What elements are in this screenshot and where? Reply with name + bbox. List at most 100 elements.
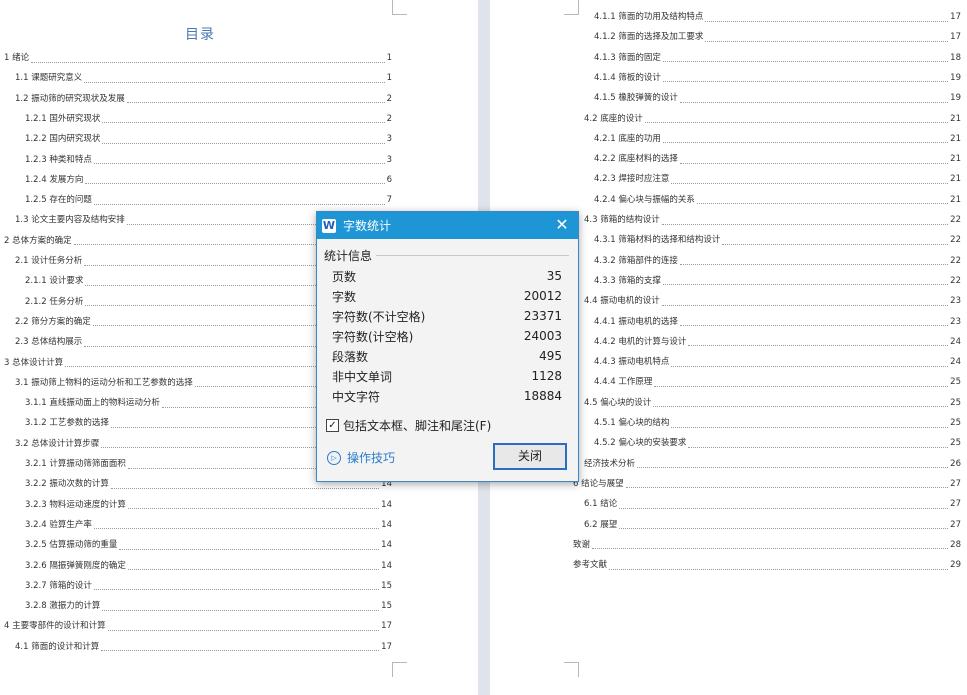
toc-entry[interactable]: 4.4.4 工作原理 25 [594, 375, 961, 389]
close-icon[interactable]: ✕ [552, 215, 572, 235]
toc-entry-page: 28 [950, 539, 961, 550]
toc-entry-page: 24 [950, 336, 961, 347]
toc-entry[interactable]: 1 绪论 1 [4, 51, 392, 65]
dialog-titlebar[interactable]: W 字数统计 ✕ [317, 212, 578, 239]
toc-entry[interactable]: 4.4.3 振动电机特点 24 [594, 355, 961, 369]
toc-entry[interactable]: 4.1.2 筛面的选择及加工要求 17 [594, 30, 961, 44]
toc-entry[interactable]: 4.4.2 电机的计算与设计 24 [594, 335, 961, 349]
toc-entry[interactable]: 经济技术分析 26 [584, 457, 961, 471]
toc-entry[interactable]: 1.2.2 国内研究现状 3 [25, 132, 392, 146]
toc-entry[interactable]: 6.1 结论 27 [584, 497, 961, 511]
toc-entry-page: 7 [386, 195, 392, 206]
wps-writer-icon: W [322, 218, 336, 233]
toc-entry[interactable]: 4 主要零部件的设计和计算 17 [4, 619, 392, 633]
toc-entry-label: 4.5.2 偏心块的安装要求 [594, 438, 687, 449]
toc-entry[interactable]: 4.2.1 底座的功用 21 [594, 132, 961, 146]
toc-entry[interactable]: 4.3.1 筛箱材料的选择和结构设计 22 [594, 233, 961, 247]
stat-label: 中文字符 [332, 389, 381, 404]
toc-leader-dots [679, 256, 949, 266]
stat-row: 字符数(计空格) 24003 [332, 326, 562, 346]
toc-entry-page: 17 [381, 641, 392, 652]
page-corner-mark [392, 0, 407, 15]
word-count-dialog: W 字数统计 ✕ 统计信息 页数 35 字数 20012 字符数(不计空格) 23371 字… [316, 211, 579, 482]
toc-entry-page: 27 [950, 499, 961, 510]
toc-entry[interactable]: 4.3 筛箱的结构设计 22 [584, 213, 961, 227]
toc-entry[interactable]: 4.2.2 底座材料的选择 21 [594, 152, 961, 166]
toc-leader-dots [126, 94, 385, 104]
toc-leader-dots [705, 13, 949, 22]
toc-entry[interactable]: 3.2.7 筛箱的设计 15 [25, 579, 392, 593]
tips-label[interactable]: 操作技巧 [347, 449, 395, 466]
include-textbox-label[interactable]: 包括文本框、脚注和尾注(F) [343, 417, 491, 434]
stat-row: 中文字符 18884 [332, 386, 562, 406]
toc-entry[interactable]: 4.4.1 振动电机的选择 23 [594, 315, 961, 329]
toc-entry[interactable]: 1.2.4 发展方向 6 [25, 173, 392, 187]
toc-entry[interactable]: 3.2.4 验算生产率 14 [25, 518, 392, 532]
toc-entry[interactable]: 1.2.1 国外研究现状 2 [25, 112, 392, 126]
toc-leader-dots [661, 216, 949, 225]
toc-leader-dots [688, 439, 949, 448]
toc-entry-label: 4.3.3 筛箱的支撑 [594, 275, 661, 286]
page-corner-mark [564, 0, 579, 15]
toc-entry[interactable]: 参考文献 29 [573, 558, 961, 572]
toc-leader-dots [93, 155, 385, 164]
toc-entry[interactable]: 4.3.3 筛箱的支撑 22 [594, 274, 961, 288]
stat-label: 段落数 [332, 349, 369, 364]
stat-row: 字数 20012 [332, 286, 562, 306]
toc-entry[interactable]: 4.2.3 焊接时应注意 21 [594, 172, 961, 186]
toc-entry[interactable]: 1.2 振动筛的研究现状及发展 2 [15, 92, 392, 106]
stat-value: 24003 [523, 329, 562, 343]
toc-entry-page: 21 [950, 194, 961, 205]
toc-entry[interactable]: 致谢 28 [573, 538, 961, 552]
toc-leader-dots [662, 53, 949, 63]
toc-entry-label: 3.1.1 直线振动面上的物料运动分析 [25, 398, 160, 409]
toc-entry-label: 4 主要零部件的设计和计算 [4, 621, 106, 632]
toc-entry[interactable]: 1.2.3 种类和特点 3 [25, 153, 392, 167]
toc-entry[interactable]: 4.5 偏心块的设计 25 [584, 396, 961, 410]
toc-entry-label: 3.2.3 物料运动速度的计算 [25, 499, 126, 510]
toc-entry[interactable]: 6 结论与展望 27 [573, 477, 961, 491]
toc-leader-dots [654, 378, 949, 387]
close-button[interactable]: 关闭 [493, 443, 567, 470]
toc-entry-label: 3.2.1 计算振动筛筛面面积 [25, 459, 126, 469]
toc-entry[interactable]: 3.2.3 物料运动速度的计算 14 [25, 498, 392, 512]
toc-entry-page: 17 [950, 12, 961, 22]
toc-entry[interactable]: 4.1.1 筛面的功用及结构特点 17 [594, 10, 961, 24]
stat-label: 字符数(计空格) [332, 329, 414, 344]
toc-entry[interactable]: 4.3.2 筛箱部件的连接 22 [594, 254, 961, 268]
toc-entry[interactable]: 4.5.2 偏心块的安装要求 25 [594, 436, 961, 450]
toc-entry[interactable]: 4.1 筛面的设计和计算 17 [15, 640, 392, 654]
toc-entry[interactable]: 1.2.5 存在的问题 7 [25, 193, 392, 207]
toc-entry[interactable]: 3.2.8 激振力的计算 15 [25, 599, 392, 613]
toc-entry-page: 22 [950, 275, 961, 286]
toc-entry[interactable]: 4.1.3 筛面的固定 18 [594, 51, 961, 65]
toc-entry-page: 23 [950, 296, 961, 307]
stat-label: 字符数(不计空格) [332, 309, 426, 324]
toc-entry[interactable]: 4.5.1 偏心块的结构 25 [594, 416, 961, 430]
toc-leader-dots [93, 196, 385, 205]
toc-entry[interactable]: 4.1.5 橡胶弹簧的设计 19 [594, 91, 961, 105]
toc-entry[interactable]: 4.2.4 偏心块与振幅的关系 21 [594, 193, 961, 207]
tips-link[interactable]: ▷ 操作技巧 [327, 449, 395, 466]
toc-entry[interactable]: 4.4 振动电机的设计 23 [584, 294, 961, 308]
stat-value: 35 [546, 269, 562, 283]
checkmark-icon[interactable]: ✓ [326, 419, 339, 432]
toc-entry[interactable]: 3.2.5 估算振动筛的重量 14 [25, 538, 392, 552]
toc-entry-page: 21 [950, 154, 961, 165]
toc-entry[interactable]: 4.1.4 筛板的设计 19 [594, 71, 961, 85]
toc-entry-page: 21 [950, 113, 961, 124]
toc-entry[interactable]: 4.2 底座的设计 21 [584, 112, 961, 126]
toc-entry[interactable]: 6.2 展望 27 [584, 518, 961, 532]
toc-leader-dots [93, 581, 380, 591]
toc-entry-page: 25 [950, 438, 961, 449]
toc-entry-label: 1.2.3 种类和特点 [25, 154, 92, 165]
toc-entry[interactable]: 1.1 课题研究意义 1 [15, 71, 392, 85]
toc-leader-dots [102, 602, 380, 611]
page-corner-mark [564, 662, 579, 677]
toc-entry[interactable]: 3.2.6 隔振弹簧刚度的确定 14 [25, 559, 392, 573]
toc-entry-label: 1 绪论 [4, 53, 30, 63]
toc-leader-dots [625, 479, 949, 489]
include-textbox-option[interactable]: ✓ 包括文本框、脚注和尾注(F) [326, 417, 491, 434]
toc-leader-dots [102, 135, 385, 144]
stats-section-label: 统计信息 [324, 249, 373, 263]
